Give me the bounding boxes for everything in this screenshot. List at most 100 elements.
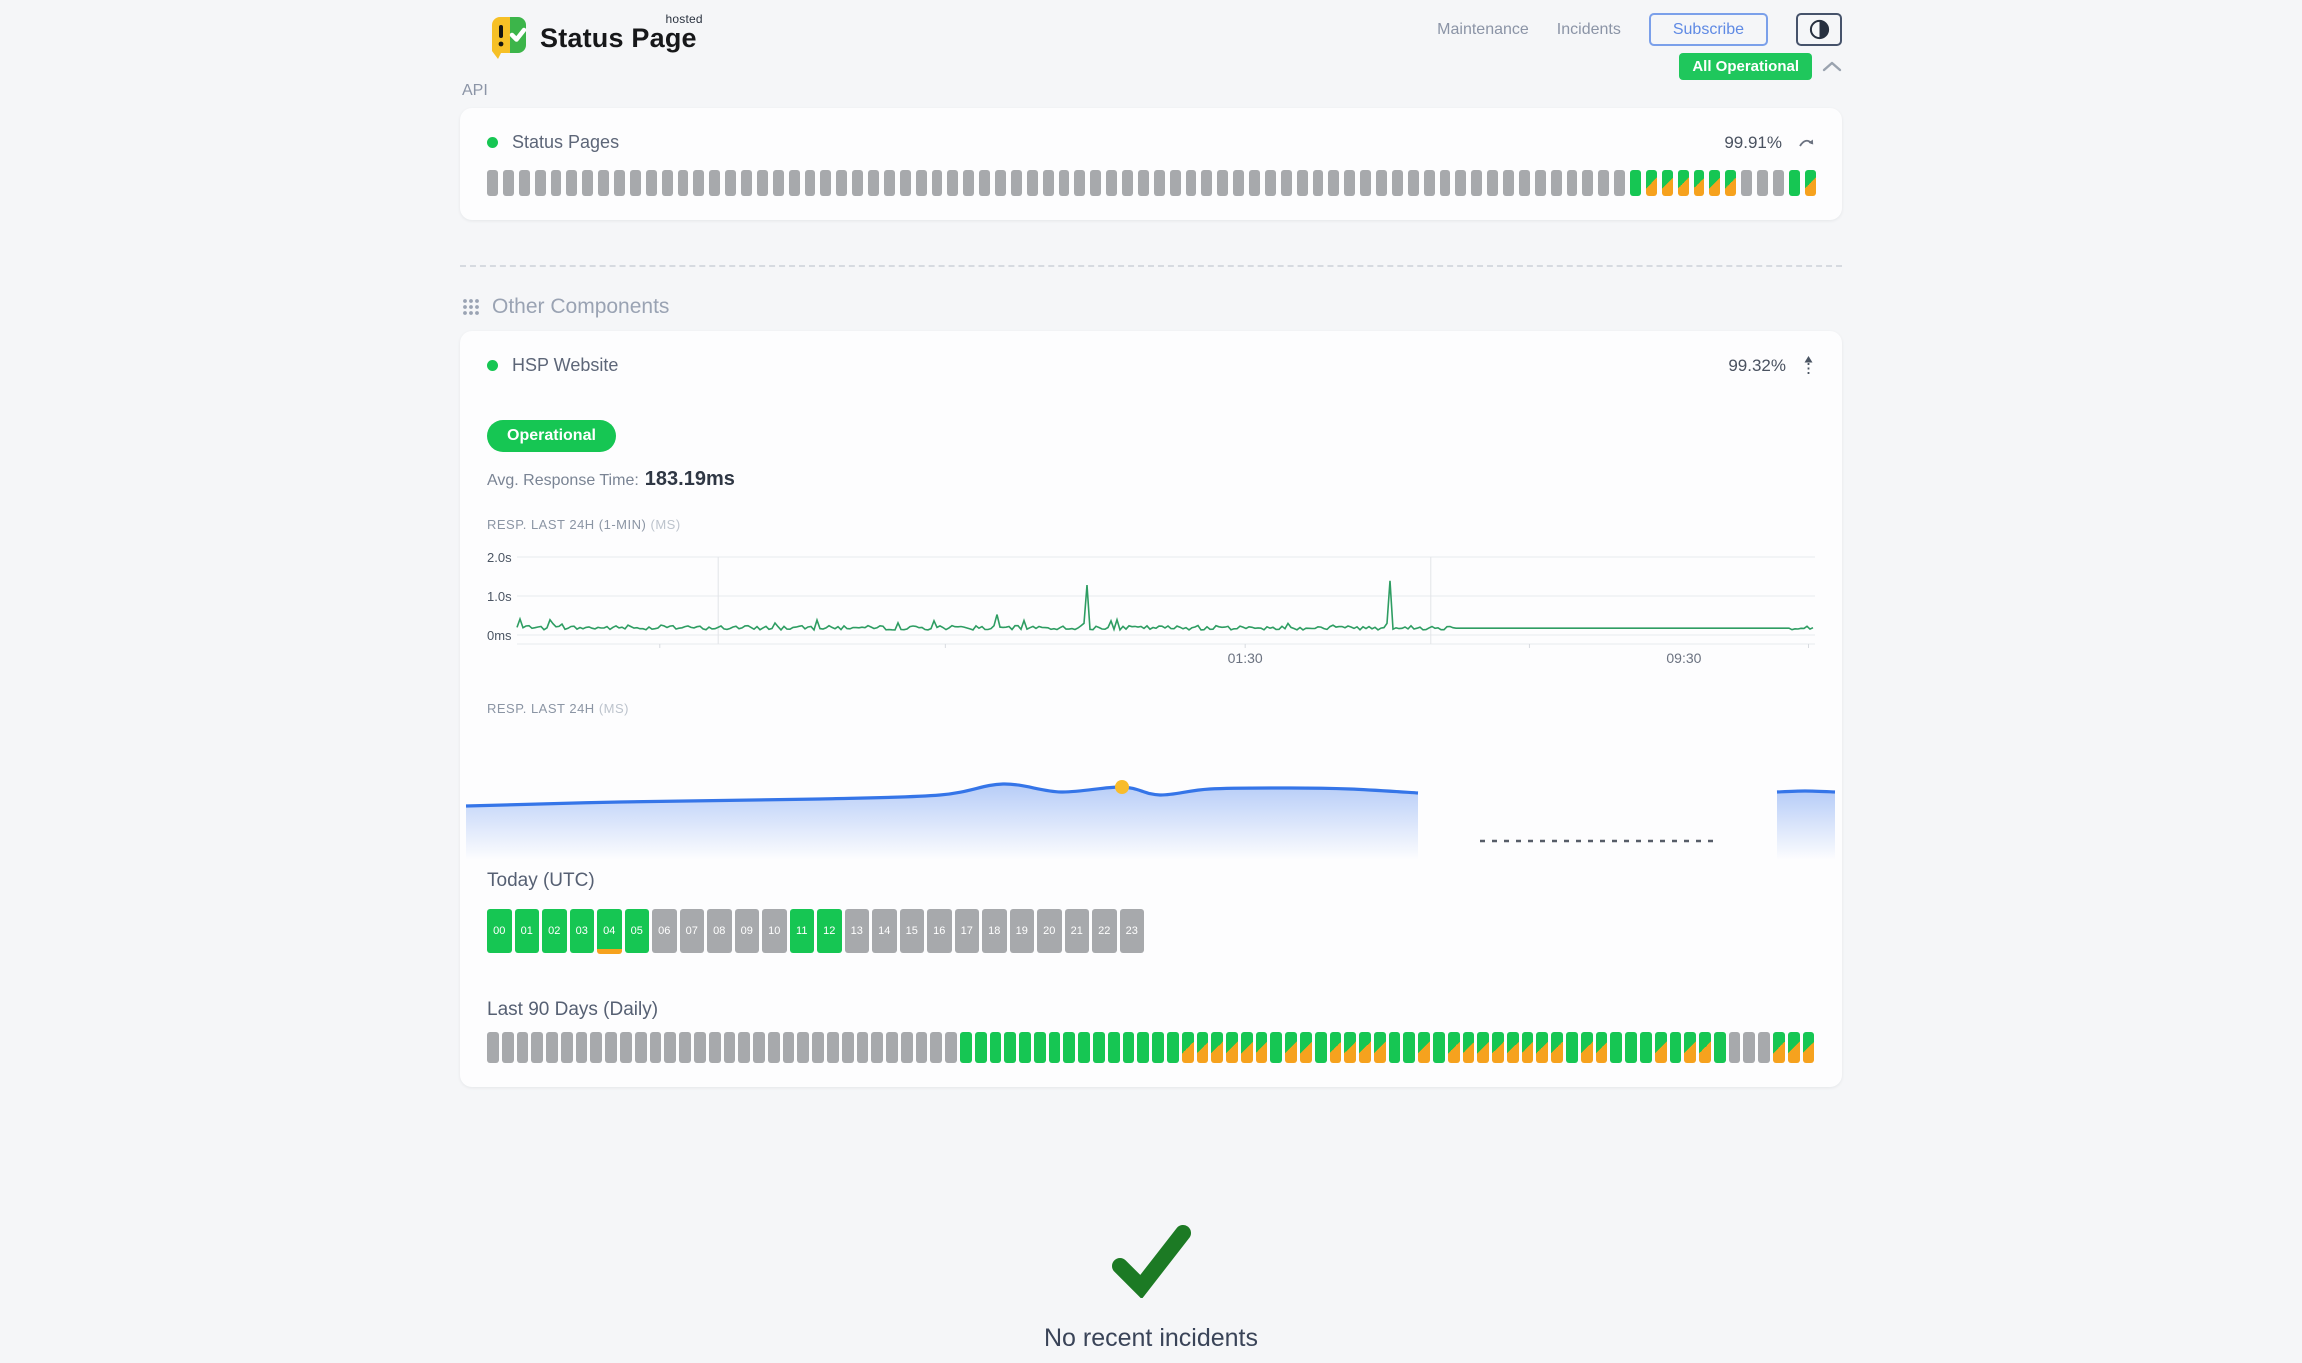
uptime-bar[interactable] <box>884 170 895 196</box>
subscribe-button[interactable]: Subscribe <box>1649 13 1768 46</box>
hour-cell[interactable]: 11 <box>790 909 815 953</box>
day-bar[interactable] <box>1019 1032 1031 1063</box>
day-bar[interactable] <box>1522 1032 1534 1063</box>
day-bar[interactable] <box>916 1032 928 1063</box>
hour-cell[interactable]: 14 <box>872 909 897 953</box>
chevron-up-icon[interactable] <box>1822 61 1842 72</box>
uptime-bar[interactable] <box>1789 170 1800 196</box>
day-bar[interactable] <box>930 1032 942 1063</box>
uptime-bar[interactable] <box>1773 170 1784 196</box>
uptime-bar[interactable] <box>741 170 752 196</box>
day-bar[interactable] <box>1610 1032 1622 1063</box>
day-bar[interactable] <box>1788 1032 1800 1063</box>
uptime-bar[interactable] <box>820 170 831 196</box>
hour-cell[interactable]: 06 <box>652 909 677 953</box>
uptime-bar[interactable] <box>836 170 847 196</box>
uptime-bar[interactable] <box>535 170 546 196</box>
hour-cell[interactable]: 15 <box>900 909 925 953</box>
day-bar[interactable] <box>1803 1032 1815 1063</box>
refresh-icon[interactable] <box>1798 136 1815 150</box>
uptime-bar[interactable] <box>868 170 879 196</box>
day-bar[interactable] <box>1581 1032 1593 1063</box>
day-bar[interactable] <box>1536 1032 1548 1063</box>
day-bar[interactable] <box>1123 1032 1135 1063</box>
uptime-bar[interactable] <box>1201 170 1212 196</box>
day-bar[interactable] <box>1655 1032 1667 1063</box>
day-bar[interactable] <box>724 1032 736 1063</box>
day-bar[interactable] <box>1108 1032 1120 1063</box>
day-bar[interactable] <box>502 1032 514 1063</box>
uptime-bar[interactable] <box>1186 170 1197 196</box>
day-bar[interactable] <box>1684 1032 1696 1063</box>
uptime-bar[interactable] <box>1106 170 1117 196</box>
uptime-bar[interactable] <box>947 170 958 196</box>
day-bar[interactable] <box>1448 1032 1460 1063</box>
uptime-bar[interactable] <box>1265 170 1276 196</box>
day-bar[interactable] <box>1285 1032 1297 1063</box>
uptime-bar[interactable] <box>1154 170 1165 196</box>
day-bar[interactable] <box>1477 1032 1489 1063</box>
uptime-bar[interactable] <box>1440 170 1451 196</box>
uptime-bar[interactable] <box>598 170 609 196</box>
day-bar[interactable] <box>1004 1032 1016 1063</box>
hour-cell[interactable]: 17 <box>955 909 980 953</box>
day-bar[interactable] <box>1551 1032 1563 1063</box>
uptime-bar[interactable] <box>1027 170 1038 196</box>
uptime-bar[interactable] <box>725 170 736 196</box>
uptime-bar[interactable] <box>852 170 863 196</box>
hour-cell[interactable]: 21 <box>1065 909 1090 953</box>
day-bar[interactable] <box>1743 1032 1755 1063</box>
uptime-bar[interactable] <box>519 170 530 196</box>
uptime-bar[interactable] <box>1662 170 1673 196</box>
day-bar[interactable] <box>797 1032 809 1063</box>
day-bar[interactable] <box>1714 1032 1726 1063</box>
uptime-bar[interactable] <box>1805 170 1816 196</box>
uptime-bar[interactable] <box>678 170 689 196</box>
hour-cell[interactable]: 01 <box>515 909 540 953</box>
uptime-bar[interactable] <box>1678 170 1689 196</box>
uptime-bar[interactable] <box>551 170 562 196</box>
hour-cell[interactable]: 10 <box>762 909 787 953</box>
day-bar[interactable] <box>871 1032 883 1063</box>
day-bar[interactable] <box>1389 1032 1401 1063</box>
uptime-bar[interactable] <box>900 170 911 196</box>
day-bar[interactable] <box>1758 1032 1770 1063</box>
day-bar[interactable] <box>1137 1032 1149 1063</box>
day-bar[interactable] <box>1566 1032 1578 1063</box>
uptime-bar[interactable] <box>1328 170 1339 196</box>
uptime-bar[interactable] <box>487 170 498 196</box>
hour-cell[interactable]: 02 <box>542 909 567 953</box>
uptime-bar[interactable] <box>1376 170 1387 196</box>
day-bar[interactable] <box>1344 1032 1356 1063</box>
day-bar[interactable] <box>1492 1032 1504 1063</box>
day-bar[interactable] <box>1270 1032 1282 1063</box>
day-bar[interactable] <box>1433 1032 1445 1063</box>
day-bar[interactable] <box>783 1032 795 1063</box>
day-bar[interactable] <box>753 1032 765 1063</box>
uptime-bar[interactable] <box>1297 170 1308 196</box>
uptime-bar[interactable] <box>1122 170 1133 196</box>
day-bar[interactable] <box>650 1032 662 1063</box>
day-bar[interactable] <box>1507 1032 1519 1063</box>
day-bar[interactable] <box>1093 1032 1105 1063</box>
day-bar[interactable] <box>487 1032 499 1063</box>
day-bar[interactable] <box>1640 1032 1652 1063</box>
day-bar[interactable] <box>1403 1032 1415 1063</box>
day-bar[interactable] <box>1078 1032 1090 1063</box>
uptime-bar[interactable] <box>773 170 784 196</box>
day-bar[interactable] <box>975 1032 987 1063</box>
day-bar[interactable] <box>694 1032 706 1063</box>
uptime-bar[interactable] <box>1741 170 1752 196</box>
uptime-bar[interactable] <box>614 170 625 196</box>
day-bar[interactable] <box>664 1032 676 1063</box>
day-bar[interactable] <box>709 1032 721 1063</box>
day-bar[interactable] <box>857 1032 869 1063</box>
uptime-bar[interactable] <box>1249 170 1260 196</box>
nav-incidents[interactable]: Incidents <box>1557 21 1621 39</box>
day-bar[interactable] <box>1699 1032 1711 1063</box>
day-bar[interactable] <box>1670 1032 1682 1063</box>
uptime-bar[interactable] <box>1043 170 1054 196</box>
uptime-bar[interactable] <box>630 170 641 196</box>
theme-toggle-button[interactable] <box>1796 13 1842 46</box>
uptime-bar[interactable] <box>1567 170 1578 196</box>
